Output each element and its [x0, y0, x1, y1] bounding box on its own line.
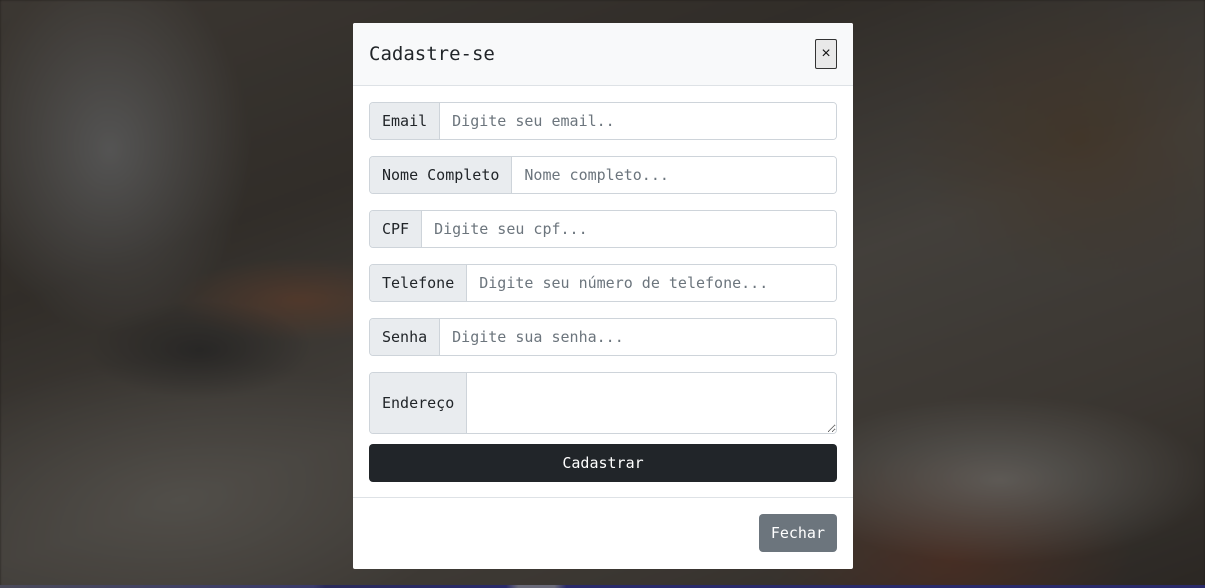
submit-button[interactable]: Cadastrar	[369, 444, 837, 482]
phone-label: Telefone	[370, 265, 468, 301]
modal-header: Cadastre-se ×	[353, 23, 853, 86]
close-icon-button[interactable]: ×	[815, 39, 837, 69]
name-label: Nome Completo	[370, 157, 513, 193]
phone-group: Telefone	[369, 264, 837, 302]
address-label: Endereço	[370, 373, 468, 433]
password-field[interactable]	[440, 319, 836, 355]
email-group: Email	[369, 102, 837, 140]
address-group: Endereço	[369, 372, 837, 434]
cpf-label: CPF	[370, 211, 423, 247]
modal-body: Email Nome Completo CPF Telefone Senha E…	[353, 86, 853, 498]
modal-title: Cadastre-se	[369, 43, 495, 65]
signup-modal: Cadastre-se × Email Nome Completo CPF Te…	[353, 23, 853, 569]
phone-field[interactable]	[467, 265, 836, 301]
cpf-field[interactable]	[422, 211, 836, 247]
name-group: Nome Completo	[369, 156, 837, 194]
name-field[interactable]	[512, 157, 836, 193]
email-field[interactable]	[440, 103, 836, 139]
cpf-group: CPF	[369, 210, 837, 248]
email-label: Email	[370, 103, 441, 139]
password-group: Senha	[369, 318, 837, 356]
close-button[interactable]: Fechar	[758, 514, 837, 552]
modal-footer: Fechar	[353, 498, 853, 568]
password-label: Senha	[370, 319, 441, 355]
address-field[interactable]	[467, 373, 836, 433]
